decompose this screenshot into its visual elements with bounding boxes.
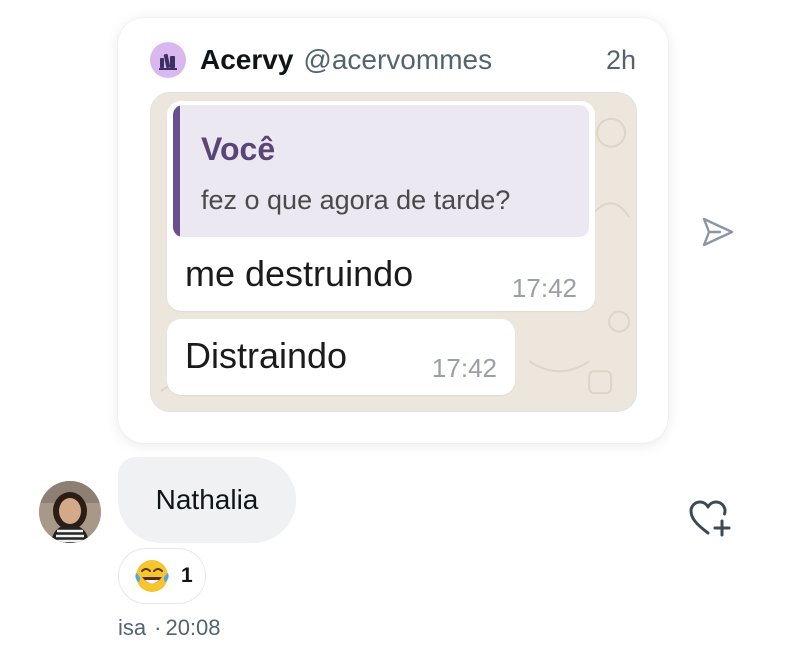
message-text: Nathalia (155, 484, 259, 515)
quote-accent-bar (173, 105, 180, 237)
post-media-image[interactable]: Você fez o que agora de tarde? me destru… (150, 92, 637, 412)
quoted-text: fez o que agora de tarde? (201, 185, 511, 215)
user-photo (39, 481, 101, 543)
heart-plus-icon[interactable] (688, 499, 732, 539)
message-timestamp: 20:08 (165, 615, 221, 640)
reaction-badge[interactable]: 1 (118, 548, 206, 604)
paper-plane-icon[interactable] (700, 214, 736, 250)
message-meta: isa · 20:08 (118, 615, 221, 641)
post-header: Acervy @acervommes 2h (150, 42, 636, 78)
acervy-logo-icon (159, 53, 177, 70)
post-timestamp: 2h (605, 44, 636, 75)
meta-separator: · (154, 615, 162, 640)
sender-name: isa (118, 615, 147, 640)
author-avatar[interactable] (150, 42, 186, 78)
author-handle[interactable]: @acervommes (303, 44, 492, 76)
message-time: 17:42 (511, 273, 577, 303)
dm-conversation: Acervy @acervommes 2h Você fez o que ago… (0, 0, 800, 667)
quoted-author: Você (201, 131, 276, 167)
author-name[interactable]: Acervy (200, 44, 293, 76)
message-bubble[interactable]: Nathalia (118, 457, 296, 543)
message-bubble-followup: Distraindo 17:42 (167, 319, 515, 395)
message-text: me destruindo (185, 253, 414, 294)
reaction-count: 1 (181, 564, 193, 587)
message-bubble-reply: Você fez o que agora de tarde? me destru… (167, 101, 595, 311)
message-text: Distraindo (185, 335, 348, 376)
face-with-tears-of-joy-icon (135, 560, 169, 592)
message-time: 17:42 (431, 353, 497, 383)
shared-post-card[interactable]: Acervy @acervommes 2h Você fez o que ago… (118, 18, 668, 443)
avatar[interactable] (39, 481, 101, 543)
quoted-message: Você fez o que agora de tarde? (173, 105, 589, 237)
